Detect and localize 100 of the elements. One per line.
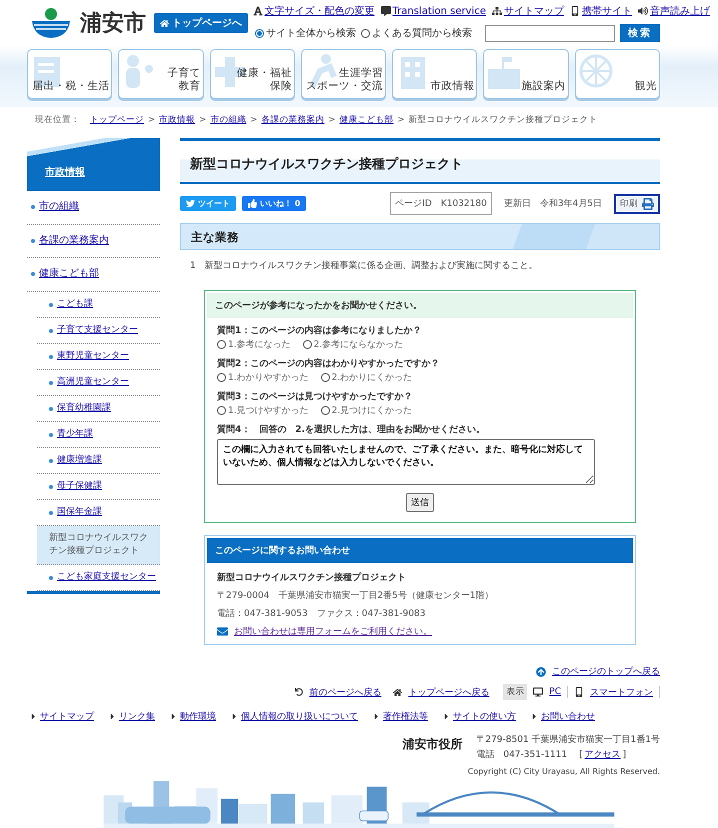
breadcrumb-separator: > (398, 115, 405, 125)
sidebar-item[interactable]: 健康増進課 (37, 448, 160, 474)
survey-title: このページが参考になったかをお聞かせください。 (207, 293, 633, 318)
breadcrumb-link[interactable]: 市政情報 (159, 114, 196, 126)
footer-link[interactable]: リンク集 (119, 710, 155, 723)
sitemap-icon (492, 6, 502, 16)
logo-icon (30, 7, 72, 39)
contact-phone: 電話：047-381-9053 ファクス：047-381-9083 (217, 608, 427, 620)
page-title: 新型コロナウイルスワクチン接種プロジェクト (190, 156, 464, 173)
radio-label: 2.見つけにくかった (332, 405, 412, 417)
sidebar-title[interactable]: 市政情報 (45, 165, 85, 179)
printer-icon (642, 198, 654, 210)
access-link[interactable]: アクセス (584, 748, 621, 761)
breadcrumb-link[interactable]: 市の組織 (210, 114, 246, 126)
sidebar-item[interactable]: 東野児童センター (37, 344, 160, 370)
copyright: Copyright (C) City Urayasu, All Rights Reserved. (468, 767, 660, 776)
search-button[interactable]: 検索 (620, 24, 660, 42)
bullet-icon (49, 354, 53, 359)
sidebar-item[interactable]: 各課の業務案内 (27, 224, 160, 258)
section-heading: 主な業務 (191, 230, 240, 245)
radio-label: 2.参考にならなかった (314, 338, 404, 351)
footer-link[interactable]: サイトマップ (40, 710, 94, 723)
office-name: 浦安市役所 (402, 736, 462, 753)
submit-button[interactable]: 送信 (406, 493, 434, 512)
smartphone-link[interactable]: スマートフォン (590, 686, 653, 698)
radio-button[interactable] (217, 373, 226, 382)
footer-link[interactable]: 動作環境 (180, 710, 216, 723)
sidebar-item[interactable]: 母子保健課 (37, 474, 160, 500)
nav-tile[interactable]: 施設案内 (483, 49, 569, 99)
mail-icon (217, 626, 228, 637)
sidebar-item[interactable]: 健康こども部 (27, 258, 160, 292)
sidebar-item[interactable]: こども家庭支援センター (37, 565, 160, 592)
radio-button[interactable] (255, 28, 264, 38)
radio-label: 1.わかりやすかった (228, 372, 309, 384)
sidebar-item[interactable]: 子育て支援センター (37, 318, 160, 344)
home-icon (160, 18, 169, 28)
radio-button[interactable] (361, 28, 370, 38)
top-page-button[interactable]: トップページへ (154, 13, 248, 33)
sidebar-item[interactable]: こども課 (37, 292, 160, 318)
speech-bubble-icon (380, 6, 390, 16)
footer-link[interactable]: お問い合わせ (541, 710, 595, 723)
mobile-phone-icon (570, 6, 580, 16)
nav-tile[interactable]: 健康・福祉 保険 (210, 49, 295, 99)
utility-link[interactable]: 携帯サイト (582, 4, 632, 18)
bullet-icon (49, 458, 53, 463)
department-name: 新型コロナウイルスワクチン接種プロジェクト (217, 571, 407, 584)
mobile-phone-icon (574, 687, 584, 697)
footer-link[interactable]: サイトの使い方 (453, 710, 516, 723)
nav-tile[interactable]: 観光 (574, 49, 660, 99)
comment-field[interactable]: この欄に入力されても回答いたしませんので、ご了承ください。また、暗号化に対応していないため、個人情報などは入力しないでください。 (217, 439, 595, 485)
nav-tile[interactable]: 市政情報 (392, 49, 478, 99)
utility-link[interactable]: サイトマップ (504, 4, 564, 18)
nav-tile[interactable]: 子育て 教育 (118, 49, 204, 99)
updated-date: 更新日 令和3年4月5日 (504, 198, 602, 210)
radio-button[interactable] (320, 373, 330, 382)
like-button[interactable]: いいね！ 0 (242, 196, 306, 211)
nav-tile[interactable]: 届出・税・生活 (27, 49, 112, 99)
utility-link[interactable]: Translation service (392, 6, 486, 16)
utility-link[interactable]: 音声読み上げ (650, 4, 710, 18)
breadcrumb-separator: > (250, 115, 258, 125)
text-size-icon (252, 6, 262, 16)
sidebar-item[interactable]: 市の組織 (27, 191, 160, 224)
sidebar-item[interactable]: 高洲児童センター (37, 370, 160, 396)
nav-tile[interactable]: 生涯学習 スポーツ・交流 (300, 49, 386, 99)
footer-link[interactable]: 個人情報の取り扱いについて (241, 710, 358, 723)
print-button[interactable]: 印刷 (614, 194, 660, 214)
bird-icon (186, 199, 195, 208)
sidebar-item[interactable]: 保育幼稚園課 (37, 396, 160, 422)
thumbs-up-icon (248, 199, 257, 208)
search-field[interactable] (485, 24, 615, 42)
question-label: 質問1：このページの内容は参考になりましたか？ (217, 324, 422, 337)
bracket: ] (622, 750, 626, 760)
radio-button[interactable] (217, 340, 226, 349)
breadcrumb-separator: > (148, 115, 156, 125)
bullet-icon (49, 432, 53, 437)
back-link[interactable]: 前のページへ戻る (309, 686, 382, 698)
breadcrumb-current: 新型コロナウイルスワクチン接種プロジェクト (408, 114, 598, 126)
breadcrumb-label: 現在位置： (35, 114, 80, 126)
office-address: 〒279-8501 千葉県浦安市猫実一丁目1番1号 (476, 734, 660, 746)
sidebar-item[interactable]: 新型コロナウイルスワクチン接種プロジェクト (37, 526, 160, 566)
breadcrumb-link[interactable]: トップページ (90, 114, 144, 126)
radio-button[interactable] (320, 406, 330, 415)
page-top-link[interactable]: このページのトップへ戻る (552, 665, 660, 678)
breadcrumb-link[interactable]: 各課の業務案内 (261, 114, 324, 126)
breadcrumb-link[interactable]: 健康こども部 (340, 114, 394, 126)
bullet-icon (49, 380, 53, 385)
bracket: [ (579, 750, 583, 760)
home-icon (393, 688, 402, 696)
utility-link[interactable]: 文字サイズ・配色の変更 (264, 4, 374, 18)
bullet-icon (49, 576, 53, 580)
radio-button[interactable] (302, 340, 312, 349)
top-page-link[interactable]: トップページへ戻る (408, 686, 490, 698)
breadcrumb-separator: > (328, 115, 336, 125)
footer-link[interactable]: 著作権法等 (383, 710, 428, 723)
sidebar-item[interactable]: 青少年課 (37, 422, 160, 448)
radio-button[interactable] (217, 406, 226, 415)
pc-link[interactable]: PC (549, 687, 561, 697)
radio-label: よくある質問から検索 (372, 26, 472, 40)
bullet-icon (49, 406, 53, 411)
contact-form-link[interactable]: お問い合わせは専用フォームをご利用ください。 (234, 625, 432, 638)
